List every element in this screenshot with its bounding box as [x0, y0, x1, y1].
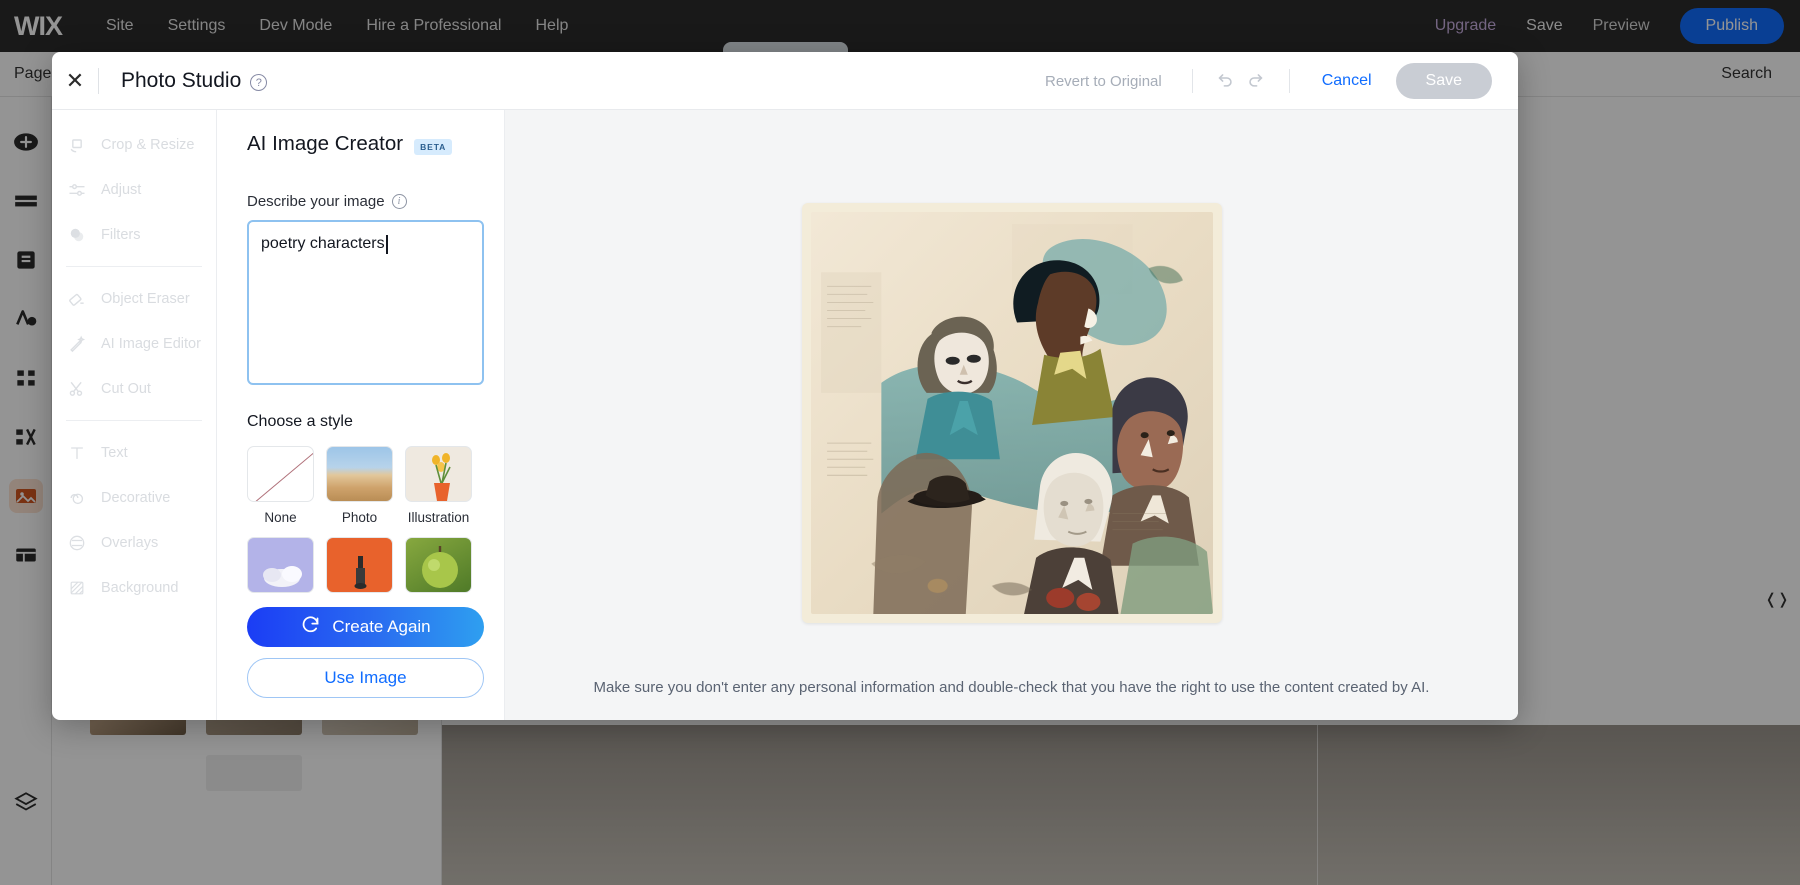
overlays-icon	[66, 532, 88, 554]
style-thumbnail	[326, 446, 393, 502]
style-label: Illustration	[407, 510, 470, 525]
tool-label: Adjust	[101, 181, 142, 198]
create-again-label: Create Again	[332, 617, 431, 636]
tool-label: Filters	[101, 226, 141, 243]
tools-divider	[66, 420, 202, 421]
tool-label: AI Image Editor	[101, 335, 201, 352]
describe-row: Describe your image i	[247, 193, 474, 210]
tool-label: Background	[101, 579, 179, 596]
tool-adjust[interactable]: Adjust	[52, 167, 216, 212]
cancel-button[interactable]: Cancel	[1304, 72, 1390, 90]
save-button[interactable]: Save	[1395, 63, 1492, 99]
ai-disclaimer: Make sure you don't enter any personal i…	[593, 678, 1430, 696]
tool-ai-image-editor[interactable]: AI Image Editor	[52, 321, 216, 366]
creator-title: AI Image Creator	[247, 132, 404, 155]
crop-resize-icon	[66, 134, 88, 156]
style-thumbnail	[247, 537, 314, 593]
style-label: None	[264, 510, 297, 525]
modal-header-actions: Revert to Original Cancel Save	[1029, 52, 1492, 110]
ai-image-creator-panel: AI Image Creator BETA Describe your imag…	[217, 110, 505, 720]
style-grid: None Photo Illustration	[247, 446, 474, 601]
style-option-5[interactable]	[326, 537, 393, 601]
refresh-icon	[300, 614, 321, 640]
close-icon[interactable]: ✕	[52, 52, 98, 110]
tool-label: Text	[101, 444, 128, 461]
decorative-icon	[66, 487, 88, 509]
tool-label: Cut Out	[101, 380, 151, 397]
header-divider	[98, 67, 99, 94]
creator-header: AI Image Creator BETA	[247, 132, 474, 156]
redo-icon[interactable]	[1241, 64, 1275, 98]
generated-image[interactable]	[810, 212, 1213, 614]
prompt-input[interactable]: poetry characters	[247, 220, 484, 385]
tool-background[interactable]: Background	[52, 565, 216, 610]
style-thumbnail	[247, 446, 314, 502]
choose-style-label: Choose a style	[247, 413, 353, 430]
generated-image-frame	[801, 203, 1222, 623]
scissors-icon	[66, 378, 88, 400]
style-thumbnail	[326, 537, 393, 593]
tool-cut-out[interactable]: Cut Out	[52, 366, 216, 411]
undo-icon[interactable]	[1207, 64, 1241, 98]
style-thumbnail	[405, 446, 472, 502]
tools-divider	[66, 266, 202, 267]
tool-label: Crop & Resize	[101, 136, 195, 153]
adjust-sliders-icon	[66, 179, 88, 201]
modal-title: Photo Studio	[121, 68, 242, 92]
describe-label: Describe your image	[247, 193, 385, 210]
style-option-none[interactable]: None	[247, 446, 314, 525]
tool-object-eraser[interactable]: Object Eraser	[52, 276, 216, 321]
header-divider	[1288, 69, 1290, 93]
style-label: Photo	[341, 510, 378, 525]
tool-crop-resize[interactable]: Crop & Resize	[52, 122, 216, 167]
prompt-value: poetry characters	[261, 235, 388, 254]
revert-to-original-button[interactable]: Revert to Original	[1029, 73, 1178, 90]
tools-sidebar: Crop & Resize Adjust Filters Object Eras…	[52, 110, 217, 720]
help-icon[interactable]: ?	[250, 74, 268, 91]
info-icon[interactable]: i	[391, 194, 407, 209]
tool-label: Decorative	[101, 489, 171, 506]
style-option-6[interactable]	[405, 537, 472, 601]
style-option-photo[interactable]: Photo	[326, 446, 393, 525]
style-thumbnail	[405, 537, 472, 593]
tool-label: Overlays	[101, 534, 159, 551]
magic-wand-icon	[66, 333, 88, 355]
image-preview-area: Make sure you don't enter any personal i…	[505, 110, 1518, 720]
tool-overlays[interactable]: Overlays	[52, 520, 216, 565]
use-image-button[interactable]: Use Image	[247, 658, 484, 698]
style-option-4[interactable]	[247, 537, 314, 601]
tool-decorative[interactable]: Decorative	[52, 475, 216, 520]
header-divider	[1191, 69, 1193, 93]
modal-body: Crop & Resize Adjust Filters Object Eras…	[52, 110, 1518, 720]
background-icon	[66, 577, 88, 599]
tool-label: Object Eraser	[101, 290, 190, 307]
modal-header: ✕ Photo Studio ? Revert to Original Canc…	[52, 52, 1518, 110]
create-again-button[interactable]: Create Again	[247, 607, 484, 647]
text-icon	[66, 442, 88, 464]
style-option-illustration[interactable]: Illustration	[405, 446, 472, 525]
eraser-icon	[66, 288, 88, 310]
photo-studio-modal: ✕ Photo Studio ? Revert to Original Canc…	[52, 52, 1518, 720]
tool-text[interactable]: Text	[52, 430, 216, 475]
creator-actions: Create Again Use Image	[217, 595, 504, 720]
filters-icon	[66, 224, 88, 246]
tool-filters[interactable]: Filters	[52, 212, 216, 257]
beta-badge: BETA	[414, 139, 453, 155]
